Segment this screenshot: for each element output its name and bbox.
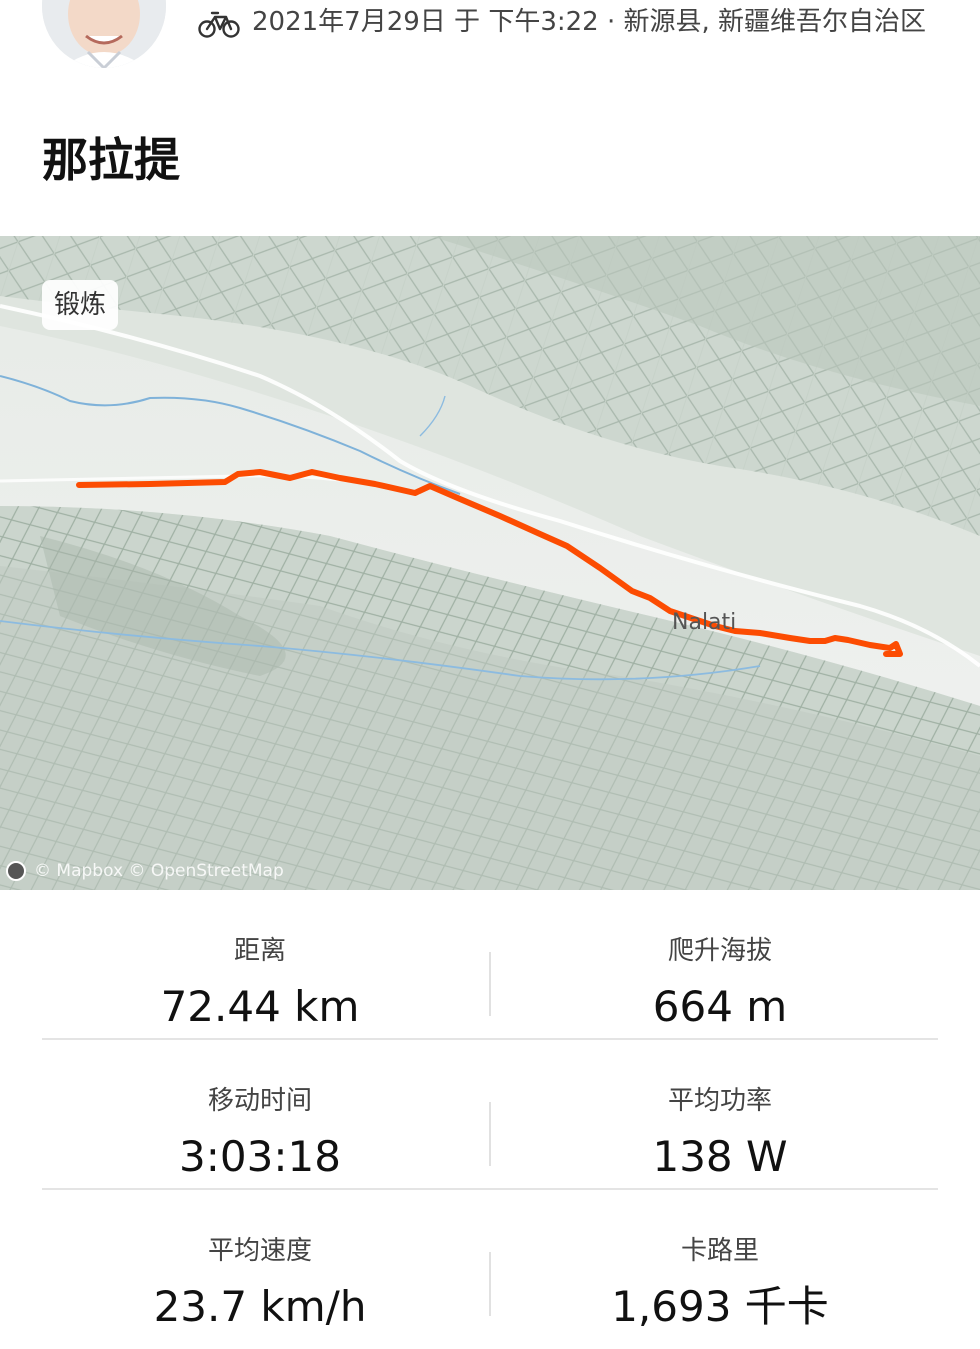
map-attribution-text: © Mapbox © OpenStreetMap (34, 861, 284, 881)
stat-value: 1,693 千卡 (611, 1282, 829, 1331)
activity-meta: 2021年7月29日 于 下午3:22 · 新源县, 新疆维吾尔自治区 (198, 4, 938, 40)
stat-elevation-gain: 爬升海拔 664 m (502, 890, 938, 1038)
stat-divider (489, 1252, 491, 1316)
stat-calories: 卡路里 1,693 千卡 (502, 1190, 938, 1338)
route-polyline (76, 469, 903, 657)
map-attribution[interactable]: © Mapbox © OpenStreetMap (6, 860, 284, 882)
route-map[interactable]: 锻炼 Nalati © Mapbox © OpenStreetMap (0, 236, 980, 890)
stat-value: 138 W (652, 1132, 788, 1181)
stat-label: 卡路里 (680, 1236, 759, 1266)
stat-label: 平均功率 (667, 1086, 772, 1116)
route-track (76, 469, 903, 657)
stat-value: 23.7 km/h (153, 1282, 367, 1331)
stat-distance: 距离 72.44 km (42, 890, 478, 1038)
stat-divider (489, 952, 491, 1016)
stat-value: 3:03:18 (179, 1132, 341, 1181)
avatar-image (42, 0, 166, 68)
athlete-avatar[interactable] (42, 0, 166, 68)
stat-average-speed: 平均速度 23.7 km/h (42, 1190, 478, 1338)
map-badge-workout[interactable]: 锻炼 (42, 280, 119, 330)
stat-average-power: 平均功率 138 W (502, 1040, 938, 1188)
stat-label: 移动时间 (207, 1086, 312, 1116)
stat-moving-time: 移动时间 3:03:18 (42, 1040, 478, 1188)
stat-label: 距离 (233, 936, 286, 966)
map-town-label: Nalati (672, 610, 737, 635)
stat-value: 72.44 km (160, 982, 360, 1031)
activity-header: 2021年7月29日 于 下午3:22 · 新源县, 新疆维吾尔自治区 那拉提 (0, 0, 980, 236)
activity-title: 那拉提 (42, 133, 180, 187)
mapbox-logo-icon[interactable] (6, 861, 26, 881)
bicycle-icon (198, 11, 240, 38)
stats-row: 平均速度 23.7 km/h 卡路里 1,693 千卡 (42, 1190, 938, 1338)
stat-divider (489, 1102, 491, 1166)
activity-date-location: 2021年7月29日 于 下午3:22 · 新源县, 新疆维吾尔自治区 (252, 7, 927, 37)
stat-value: 664 m (652, 982, 788, 1031)
activity-stats: 距离 72.44 km 爬升海拔 664 m 移动时间 3:03:18 平均功率… (42, 890, 938, 1338)
stats-row: 移动时间 3:03:18 平均功率 138 W (42, 1040, 938, 1190)
stat-label: 爬升海拔 (667, 936, 772, 966)
stat-label: 平均速度 (207, 1236, 312, 1266)
stats-row: 距离 72.44 km 爬升海拔 664 m (42, 890, 938, 1040)
